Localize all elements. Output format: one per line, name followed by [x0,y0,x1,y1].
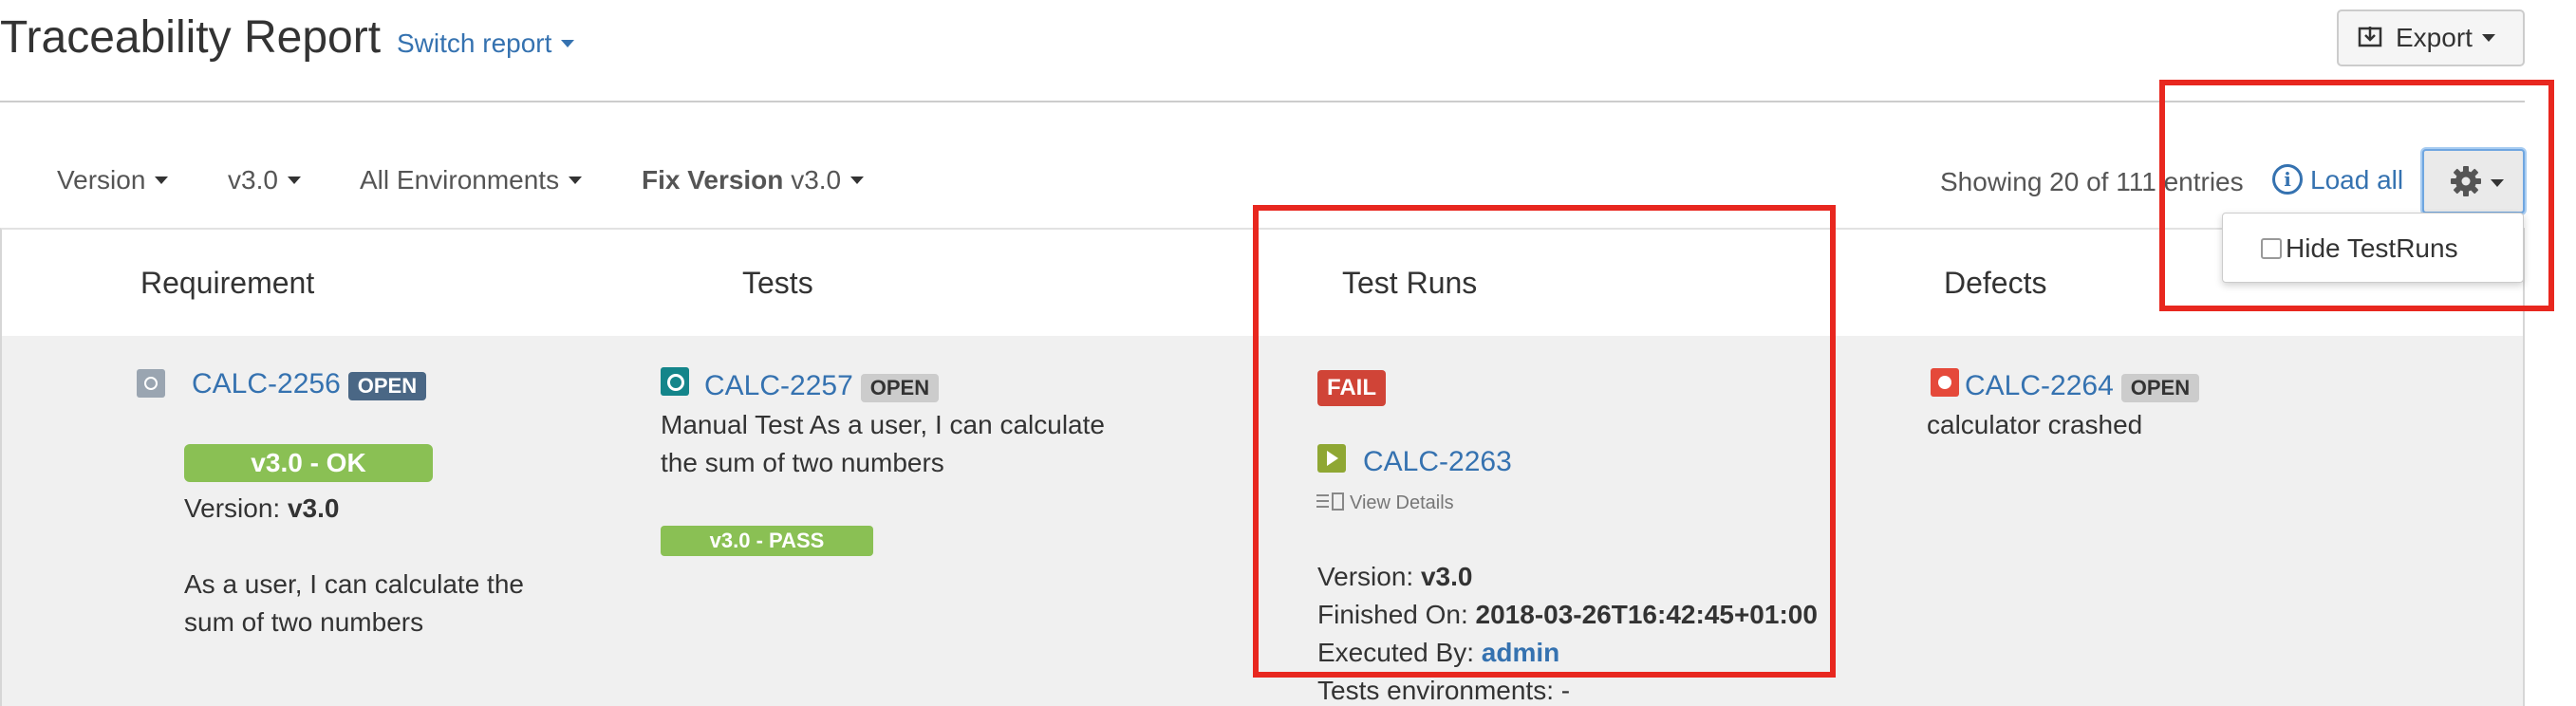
version-value-filter[interactable]: v3.0 [228,163,301,197]
export-button[interactable]: Export [2337,9,2525,66]
requirement-summary-line-1: As a user, I can calculate the [184,569,524,599]
coverage-status-badge: v3.0 - OK [184,444,433,482]
bug-type-icon [1931,368,1959,397]
version-label: Version: [184,493,281,523]
defect-issue: CALC-2264 OPEN [1965,368,2200,405]
chevron-down-icon [2481,33,2495,42]
version-value: v3.0 [287,493,340,523]
version-filter-label[interactable]: Version [57,165,145,195]
requirement-version: Version: v3.0 [184,490,339,528]
test-issue: CALC-2257 OPEN [704,368,940,405]
test-type-icon [661,367,689,396]
column-header-tests: Tests [742,266,813,300]
requirement-key-link[interactable]: CALC-2256 [192,368,341,399]
column-header-requirement: Requirement [140,266,315,300]
switch-report-dropdown[interactable]: Switch report [397,27,575,61]
test-result-badge: v3.0 - PASS [661,526,873,556]
requirement-issue: CALC-2256 OPEN [192,366,427,403]
fix-version-label[interactable]: Fix Version [642,165,783,195]
test-key-link[interactable]: CALC-2257 [704,370,853,401]
chevron-down-icon [561,39,575,47]
chevron-down-icon [850,176,865,184]
environments-filter-label[interactable]: All Environments [360,165,559,195]
chevron-down-icon [155,176,169,184]
switch-report-label[interactable]: Switch report [397,28,551,58]
chevron-down-icon [569,176,583,184]
column-header-defects: Defects [1944,266,2047,300]
status-badge: OPEN [2120,373,2200,402]
annotation-highlight-test-runs [1253,205,1836,678]
test-summary-line-2: the sum of two numbers [661,448,944,477]
page-title: Traceability Report [0,12,382,63]
export-label[interactable]: Export [2396,23,2473,52]
status-badge: OPEN [347,371,427,400]
defect-summary: calculator crashed [1927,410,2143,439]
status-badge: OPEN [860,373,940,402]
chevron-down-icon [287,176,301,184]
environments-filter[interactable]: All Environments [360,163,583,197]
fix-version-value[interactable]: v3.0 [791,165,841,195]
version-value-label[interactable]: v3.0 [228,165,278,195]
header-divider [0,101,2525,102]
test-summary-line-1: Manual Test As a user, I can calculate [661,410,1105,439]
defect-key-link[interactable]: CALC-2264 [1965,370,2114,401]
requirement-type-icon [137,369,165,398]
fix-version-filter[interactable]: Fix Version v3.0 [642,163,865,197]
requirement-summary-line-2: sum of two numbers [184,607,424,637]
version-filter[interactable]: Version [57,163,169,197]
annotation-highlight-settings [2159,80,2554,311]
download-icon [2358,27,2382,47]
